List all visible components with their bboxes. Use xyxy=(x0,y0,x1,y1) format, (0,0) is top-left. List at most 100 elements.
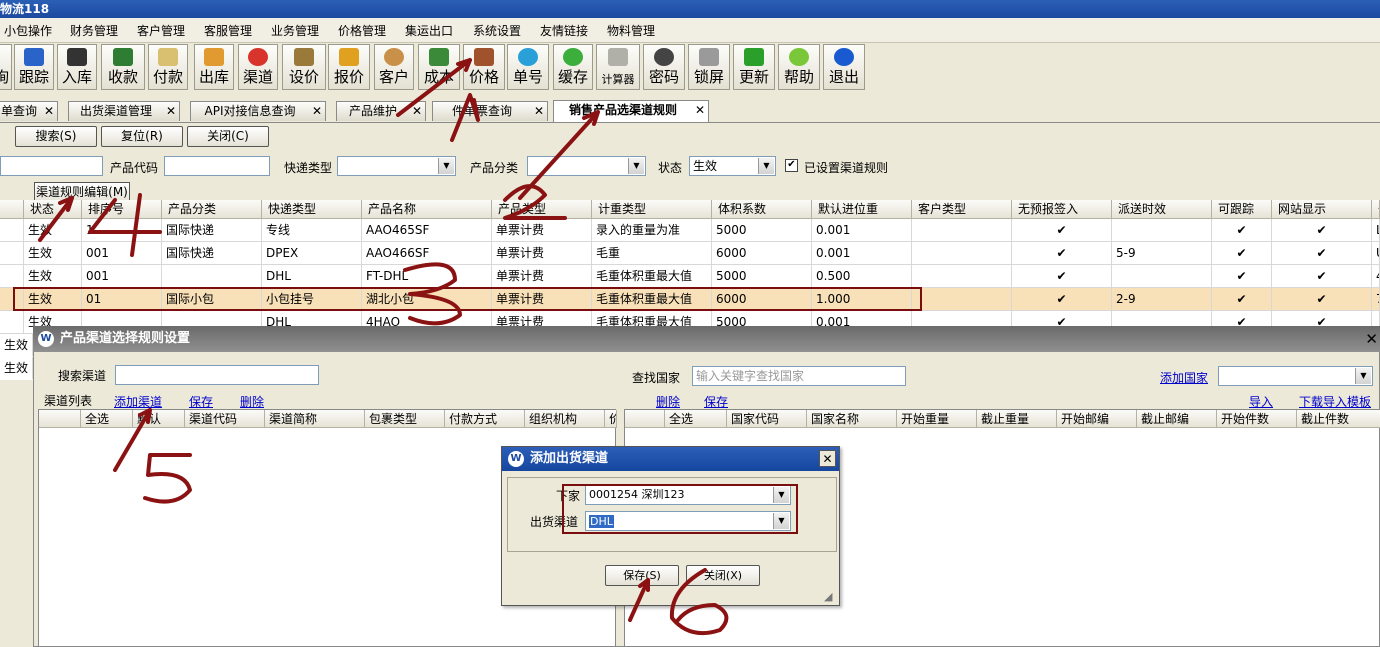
country-list-header[interactable]: 截止件数 xyxy=(1297,410,1380,428)
close-icon[interactable]: ✕ xyxy=(695,101,705,120)
table-row[interactable]: 生效 001 国际快递 DPEX AAO466SF 单票计费 毛重 6000 0.001 ✔ 5-9… xyxy=(0,242,1380,265)
grid-header[interactable]: 产品类型 xyxy=(492,200,592,219)
tab-channel-management[interactable]: 出货渠道管理 ✕ xyxy=(68,101,180,121)
menu-item-small-parcel[interactable]: 小包操作 xyxy=(4,22,52,39)
country-list-header[interactable]: 全选 xyxy=(665,410,727,428)
grid-header[interactable]: 派送时效 xyxy=(1112,200,1212,219)
product-code-input[interactable] xyxy=(164,156,270,176)
grid-header[interactable]: 可跟踪 xyxy=(1212,200,1272,219)
toolbar-price-button[interactable]: 价格 xyxy=(463,44,505,90)
toolbar-inbound-button[interactable]: 入库 xyxy=(57,44,97,90)
table-row[interactable]: 生效001DHLFT-DHL单票计费毛重体积重最大值50000.500✔✔✔4 xyxy=(0,265,1380,288)
row-selector[interactable] xyxy=(0,219,24,241)
grid-header[interactable]: 排序号 xyxy=(82,200,162,219)
grid-header[interactable]: 产品分类 xyxy=(162,200,262,219)
country-list-header[interactable]: 截止邮编 xyxy=(1137,410,1217,428)
table-cell-checkbox[interactable]: ✔ xyxy=(1272,242,1372,264)
country-list-header[interactable]: 开始重量 xyxy=(897,410,977,428)
toolbar-calculator-button[interactable]: 计算器 xyxy=(596,44,640,90)
table-cell-checkbox[interactable]: ✔ xyxy=(1012,219,1112,241)
menu-item-system-settings[interactable]: 系统设置 xyxy=(473,22,521,39)
filter-text-input[interactable] xyxy=(0,156,103,176)
toolbar-exit-button[interactable]: 退出 xyxy=(823,44,865,90)
table-cell-checkbox[interactable]: ✔ xyxy=(1272,219,1372,241)
table-cell-checkbox[interactable]: ✔ xyxy=(1012,265,1112,287)
toolbar-outbound-button[interactable]: 出库 xyxy=(194,44,234,90)
channel-list-header[interactable]: 付款方式 xyxy=(445,410,525,428)
close-icon[interactable]: ✕ xyxy=(44,102,54,121)
close-icon[interactable]: ✕ xyxy=(1365,326,1378,352)
resize-grip-icon[interactable]: ◢ xyxy=(824,590,832,603)
toolbar-help-button[interactable]: 帮助 xyxy=(778,44,820,90)
toolbar-tracking-number-button[interactable]: 单号 xyxy=(507,44,549,90)
tab-sales-product-channel-rules[interactable]: 销售产品选渠道规则 ✕ xyxy=(553,100,709,122)
status-select[interactable]: 生效 ▼ xyxy=(689,156,776,176)
tab-order-query[interactable]: 单查询 ✕ xyxy=(0,101,58,121)
add-country-link[interactable]: 添加国家 xyxy=(1160,369,1208,386)
menu-item-business[interactable]: 业务管理 xyxy=(271,22,319,39)
country-list-header[interactable]: 开始邮编 xyxy=(1057,410,1137,428)
grid-header[interactable]: 客户类型 xyxy=(912,200,1012,219)
grid-header[interactable]: 状态 xyxy=(24,200,82,219)
grid-header[interactable]: 默认进位重 xyxy=(812,200,912,219)
row-selector[interactable] xyxy=(0,311,24,333)
tab-product-maintenance[interactable]: 产品维护 ✕ xyxy=(336,101,426,121)
table-cell-checkbox[interactable]: ✔ xyxy=(1212,242,1272,264)
channel-list-header[interactable]: 渠道简称 xyxy=(265,410,365,428)
toolbar-channel-button[interactable]: 渠道 xyxy=(238,44,278,90)
grid-header[interactable]: 产品名称 xyxy=(362,200,492,219)
tab-api-info[interactable]: API对接信息查询 ✕ xyxy=(190,101,326,121)
country-select[interactable]: ▼ xyxy=(1218,366,1373,386)
grid-header[interactable]: 备 xyxy=(1372,200,1380,219)
tab-single-ticket-query[interactable]: 件单票查询 ✕ xyxy=(432,101,548,121)
grid-header[interactable]: 体积系数 xyxy=(712,200,812,219)
toolbar-query-button[interactable]: 询 xyxy=(0,44,12,90)
menu-item-pricing[interactable]: 价格管理 xyxy=(338,22,386,39)
close-icon[interactable]: ✕ xyxy=(819,450,836,467)
country-list-header[interactable]: 国家名称 xyxy=(807,410,897,428)
toolbar-receipt-button[interactable]: 收款 xyxy=(101,44,145,90)
menu-item-customers[interactable]: 客户管理 xyxy=(137,22,185,39)
toolbar-lock-screen-button[interactable]: 锁屏 xyxy=(688,44,730,90)
table-cell-checkbox[interactable]: ✔ xyxy=(1212,265,1272,287)
rule-set-checkbox[interactable]: ✔ xyxy=(785,159,798,172)
search-button[interactable]: 搜索(S) xyxy=(15,126,97,147)
close-icon[interactable]: ✕ xyxy=(534,102,544,121)
menu-item-service[interactable]: 客服管理 xyxy=(204,22,252,39)
express-type-select[interactable]: ▼ xyxy=(337,156,456,176)
country-list-header[interactable]: 国家代码 xyxy=(727,410,807,428)
channel-list-header[interactable]: 默认 xyxy=(133,410,185,428)
add-channel-close-button[interactable]: 关闭(X) xyxy=(686,565,760,586)
add-channel-save-button[interactable]: 保存(S) xyxy=(605,565,679,586)
delete-country-link[interactable]: 删除 xyxy=(656,393,680,410)
toolbar-cache-button[interactable]: 缓存 xyxy=(553,44,593,90)
menu-item-finance[interactable]: 财务管理 xyxy=(70,22,118,39)
grid-header[interactable]: 计重类型 xyxy=(592,200,712,219)
toolbar-track-button[interactable]: 跟踪 xyxy=(14,44,54,90)
channel-list-header[interactable]: 组织机构 xyxy=(525,410,605,428)
row-selector[interactable] xyxy=(0,265,24,287)
toolbar-password-button[interactable]: 密码 xyxy=(643,44,685,90)
channel-list-header[interactable]: 价 xyxy=(605,410,617,428)
table-row[interactable]: 生效 1 国际快递 专线 AAO465SF 单票计费 录入的重量为准 5000 0.001 ✔ ✔ ✔… xyxy=(0,219,1380,242)
delete-channel-link[interactable]: 删除 xyxy=(240,393,264,410)
close-icon[interactable]: ✕ xyxy=(166,102,176,121)
country-list-header[interactable]: 开始件数 xyxy=(1217,410,1297,428)
find-country-input[interactable]: 输入关键字查找国家 xyxy=(692,366,906,386)
download-template-link[interactable]: 下载导入模板 xyxy=(1299,393,1371,410)
table-cell-checkbox[interactable]: ✔ xyxy=(1212,288,1272,310)
channel-list-header[interactable]: 包裹类型 xyxy=(365,410,445,428)
save-country-link[interactable]: 保存 xyxy=(704,393,728,410)
row-selector[interactable] xyxy=(0,242,24,264)
search-channel-input[interactable] xyxy=(115,365,319,385)
toolbar-cost-button[interactable]: 成本 xyxy=(418,44,460,90)
table-cell-checkbox[interactable]: ✔ xyxy=(1012,288,1112,310)
channel-list-header[interactable]: 渠道代码 xyxy=(185,410,265,428)
table-cell-checkbox[interactable]: ✔ xyxy=(1012,242,1112,264)
grid-header[interactable]: 无预报签入 xyxy=(1012,200,1112,219)
toolbar-update-button[interactable]: 更新 xyxy=(733,44,775,90)
country-list-header[interactable]: 截止重量 xyxy=(977,410,1057,428)
table-cell-checkbox[interactable]: ✔ xyxy=(1272,288,1372,310)
close-button[interactable]: 关闭(C) xyxy=(187,126,269,147)
toolbar-customer-button[interactable]: 客户 xyxy=(374,44,414,90)
